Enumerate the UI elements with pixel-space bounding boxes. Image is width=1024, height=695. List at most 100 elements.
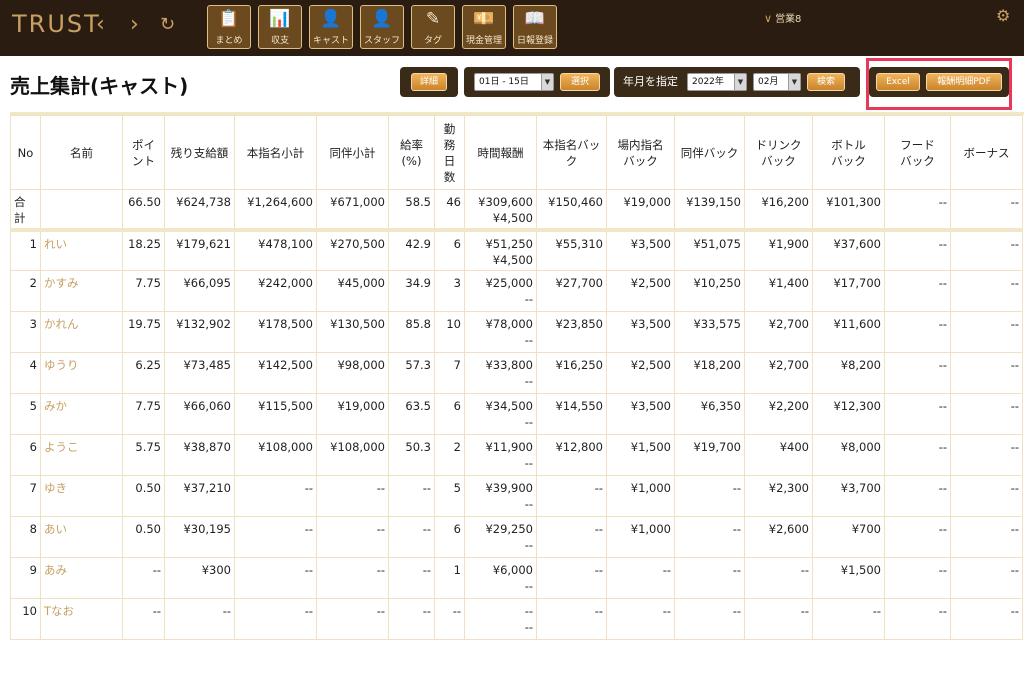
column-header[interactable]: 本指名バック	[536, 115, 607, 190]
tile-cast[interactable]: 👤 キャスト	[309, 5, 353, 49]
table-row[interactable]: 8 あい 0.50 ¥30,195 -- -- -- 6 ¥29,250 -- -- ¥1,000 --…	[10, 516, 1023, 558]
table-cell: ¥130,500	[316, 311, 389, 353]
tile-cash-management[interactable]: 💴 現金管理	[462, 5, 506, 49]
table-cell: 7.75	[122, 393, 165, 435]
period-select[interactable]: 01日 - 15日 ▼	[474, 73, 554, 91]
table-cell: --	[950, 393, 1023, 435]
cast-name-cell[interactable]: かれん	[40, 311, 123, 353]
tile-summary[interactable]: 📋 まとめ	[207, 5, 251, 49]
table-cell: 66.50	[122, 189, 165, 232]
table-cell: ¥16,200	[744, 189, 813, 232]
cast-name-cell[interactable]: あみ	[40, 557, 123, 599]
cast-name-cell[interactable]: かすみ	[40, 270, 123, 312]
table-cell: --	[744, 598, 813, 640]
cast-name-cell[interactable]: ようこ	[40, 434, 123, 476]
table-cell: ¥10,250	[674, 270, 745, 312]
table-cell: ¥17,700	[812, 270, 885, 312]
bar-chart-icon: 📊	[269, 9, 291, 29]
cast-name-cell[interactable]: みか	[40, 393, 123, 435]
table-row[interactable]: 9 あみ -- ¥300 -- -- -- 1 ¥6,000 -- -- -- -- -- ¥1,500 --…	[10, 557, 1023, 599]
table-cell: ¥1,400	[744, 270, 813, 312]
table-cell: 3	[434, 270, 465, 312]
table-cell: ¥19,000	[316, 393, 389, 435]
column-header[interactable]: No	[10, 115, 41, 190]
column-header[interactable]: 場内指名 バック	[606, 115, 675, 190]
column-header[interactable]: フード バック	[884, 115, 951, 190]
forward-arrow-icon[interactable]: ›	[130, 12, 139, 38]
column-header[interactable]: 本指名小計	[234, 115, 317, 190]
month-select[interactable]: 02月 ▼	[753, 73, 801, 91]
refresh-icon[interactable]: ↻	[160, 12, 175, 38]
column-header[interactable]: 残り支給額	[164, 115, 235, 190]
tile-label: 収支	[270, 36, 289, 46]
table-cell: 6	[10, 434, 41, 476]
user-name: 営業8	[775, 14, 802, 25]
table-cell: --	[674, 598, 745, 640]
cast-name-cell[interactable]: れい	[40, 229, 123, 271]
table-row[interactable]: 7 ゆき 0.50 ¥37,210 -- -- -- 5 ¥39,900 -- -- ¥1,000 --…	[10, 475, 1023, 517]
table-cell: --	[950, 352, 1023, 394]
table-cell: --	[950, 311, 1023, 353]
column-header[interactable]: 給率 (%)	[388, 115, 435, 190]
search-button[interactable]: 検索	[807, 73, 845, 91]
column-header[interactable]: 同伴バック	[674, 115, 745, 190]
table-cell: --	[884, 557, 951, 599]
select-button[interactable]: 選択	[560, 73, 600, 91]
table-cell: 7	[434, 352, 465, 394]
table-cell: ¥66,095	[164, 270, 235, 312]
chevron-down-icon: ∨	[764, 12, 773, 25]
column-header[interactable]: ボーナス	[950, 115, 1023, 190]
table-cell: ¥1,264,600	[234, 189, 317, 232]
person-icon: 👤	[320, 9, 342, 29]
cast-name-cell[interactable]: Tなお	[40, 598, 123, 640]
detail-panel: 詳細	[400, 67, 458, 97]
tile-daily-report[interactable]: 📖 日報登録	[513, 5, 557, 49]
user-menu[interactable]: ∨ 営業8	[764, 10, 801, 25]
table-row[interactable]: 10 Tなお -- -- -- -- -- -- -- -- -- -- -- -- -- -- --	[10, 598, 1023, 640]
table-cell: --	[234, 598, 317, 640]
table-row[interactable]: 3 かれん 19.75 ¥132,902 ¥178,500 ¥130,500 85.8 10 ¥…	[10, 311, 1023, 353]
cast-name-cell[interactable]: ゆうり	[40, 352, 123, 394]
table-cell: 8	[10, 516, 41, 558]
table-cell: ¥142,500	[234, 352, 317, 394]
column-header[interactable]: ボトル バック	[812, 115, 885, 190]
column-header[interactable]: 勤務日数	[434, 115, 465, 190]
column-header[interactable]: 同伴小計	[316, 115, 389, 190]
table-cell: ¥139,150	[674, 189, 745, 232]
table-cell: 0.50	[122, 475, 165, 517]
table-cell: ¥2,700	[744, 311, 813, 353]
table-cell: ¥38,870	[164, 434, 235, 476]
table-row[interactable]: 1 れい 18.25 ¥179,621 ¥478,100 ¥270,500 42.9 6 ¥51…	[10, 229, 1023, 271]
table-cell: ¥19,700	[674, 434, 745, 476]
table-cell: 63.5	[388, 393, 435, 435]
table-cell: ¥3,500	[606, 229, 675, 271]
year-select[interactable]: 2022年 ▼	[687, 73, 747, 91]
table-cell: ¥6,000 --	[464, 557, 537, 599]
column-header[interactable]: 時間報酬	[464, 115, 537, 190]
detail-button[interactable]: 詳細	[411, 73, 447, 91]
table-cell: 5	[10, 393, 41, 435]
table-cell: ¥179,621	[164, 229, 235, 271]
table-cell: ¥29,250 --	[464, 516, 537, 558]
table-row[interactable]: 2 かすみ 7.75 ¥66,095 ¥242,000 ¥45,000 34.9 3 ¥25,0…	[10, 270, 1023, 312]
column-header[interactable]: ドリンク バック	[744, 115, 813, 190]
back-arrow-icon[interactable]: ‹	[96, 12, 105, 38]
column-header[interactable]: ポイ ント	[122, 115, 165, 190]
app-logo: TRUST	[12, 10, 101, 38]
table-cell: --	[388, 475, 435, 517]
gear-icon[interactable]: ⚙	[996, 6, 1010, 25]
tile-income-expense[interactable]: 📊 収支	[258, 5, 302, 49]
table-row[interactable]: 6 ようこ 5.75 ¥38,870 ¥108,000 ¥108,000 50.3 2 ¥11,…	[10, 434, 1023, 476]
table-row[interactable]: 5 みか 7.75 ¥66,060 ¥115,500 ¥19,000 63.5 6 ¥34,50…	[10, 393, 1023, 435]
tile-staff[interactable]: 👤 スタッフ	[360, 5, 404, 49]
table-cell: ¥1,000	[606, 475, 675, 517]
month-value: 02月	[758, 77, 779, 87]
table-cell: 6	[434, 393, 465, 435]
table-row[interactable]: 4 ゆうり 6.25 ¥73,485 ¥142,500 ¥98,000 57.3 7 ¥33,8…	[10, 352, 1023, 394]
tile-tag[interactable]: ✎ タグ	[411, 5, 455, 49]
cast-name-cell[interactable]: ゆき	[40, 475, 123, 517]
cast-name-cell[interactable]: あい	[40, 516, 123, 558]
table-cell: ¥37,600	[812, 229, 885, 271]
column-header[interactable]: 名前	[40, 115, 123, 190]
sales-table-container[interactable]: No 名前 ポイ ント 残り支給額 本指名小計 同伴小計 給率 (%) 勤務日数時間報酬 本指名バッ…	[10, 112, 1024, 642]
